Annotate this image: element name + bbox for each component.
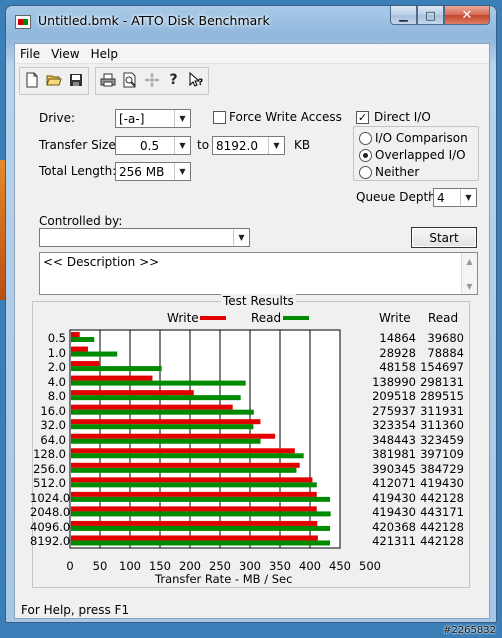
read-bar (71, 467, 297, 473)
write-bar (71, 332, 80, 337)
watermark: #2265832 (443, 625, 496, 636)
category-label: 8.0 (47, 389, 66, 404)
write-bar (71, 404, 233, 410)
read-bar (71, 482, 317, 488)
read-bar (71, 337, 95, 342)
read-bar (71, 351, 118, 357)
write-bar (71, 390, 194, 396)
write-bar (71, 491, 317, 497)
read-value: 442128 (420, 534, 464, 549)
read-value: 298131 (420, 374, 464, 389)
write-bar (71, 520, 318, 526)
write-bar (71, 448, 295, 454)
x-axis-label: Transfer Rate - MB / Sec (155, 572, 293, 586)
read-value: 384729 (420, 461, 464, 476)
x-tick-label: 300 (239, 559, 261, 573)
read-value: 442128 (420, 490, 464, 505)
x-tick-label: 400 (299, 559, 321, 573)
read-value: 443171 (420, 505, 464, 520)
x-tick-label: 200 (179, 559, 201, 573)
write-bar (71, 477, 313, 483)
category-label: 4096.0 (30, 519, 71, 534)
write-bar (71, 433, 276, 439)
read-value: 323459 (420, 432, 464, 447)
read-bar (71, 395, 241, 401)
read-value: 397109 (420, 447, 464, 462)
write-bar (71, 375, 153, 381)
write-bar (71, 419, 261, 425)
read-value: 289515 (420, 389, 464, 404)
category-label: 512.0 (33, 476, 66, 491)
category-label: 2048.0 (30, 505, 71, 520)
read-value: 154697 (420, 360, 464, 375)
read-value: 311931 (420, 403, 464, 418)
category-label: 32.0 (40, 418, 66, 433)
read-value: 78884 (427, 345, 464, 360)
x-tick-label: 250 (209, 559, 231, 573)
read-value: 419430 (420, 476, 464, 491)
category-label: 1.0 (47, 345, 66, 360)
category-label: 128.0 (33, 447, 66, 462)
category-label: 16.0 (40, 403, 66, 418)
read-bar (71, 525, 331, 531)
x-tick-label: 100 (119, 559, 141, 573)
category-label: 1024.0 (30, 490, 71, 505)
x-tick-label: 50 (92, 559, 108, 573)
read-bar (71, 380, 246, 386)
x-tick-label: 450 (329, 559, 351, 573)
read-bar (71, 366, 162, 372)
x-tick-label: 350 (269, 559, 291, 573)
category-label: 256.0 (33, 461, 66, 476)
write-bar (71, 535, 318, 541)
read-value: 39680 (427, 331, 464, 345)
read-value: 311360 (420, 418, 464, 433)
write-bar (71, 346, 88, 352)
read-bar (71, 540, 331, 546)
read-value: 442128 (420, 519, 464, 534)
read-bar (71, 424, 254, 430)
x-tick-label: 500 (359, 559, 381, 573)
write-bar (71, 361, 100, 367)
write-bar (71, 462, 300, 468)
category-label: 0.5 (47, 331, 66, 345)
x-tick-label: 150 (149, 559, 171, 573)
status-bar-text: For Help, press F1 (21, 603, 130, 617)
x-tick-label: 0 (66, 559, 74, 573)
category-label: 64.0 (40, 432, 66, 447)
read-bar (71, 409, 254, 415)
read-bar (71, 438, 261, 444)
write-bar (71, 506, 317, 512)
read-bar (71, 511, 331, 517)
category-label: 8192.0 (30, 534, 71, 549)
read-bar (71, 453, 304, 459)
read-bar (71, 496, 331, 502)
category-label: 4.0 (47, 374, 66, 389)
category-label: 2.0 (47, 360, 66, 375)
